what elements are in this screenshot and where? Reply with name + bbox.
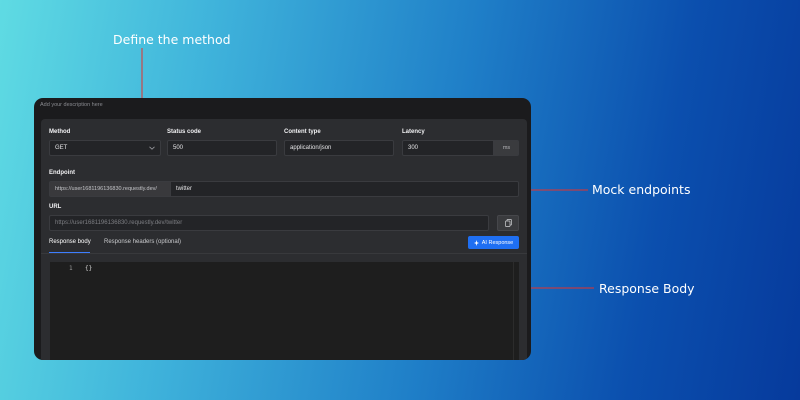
status-code-value: 500 bbox=[173, 145, 184, 151]
tab-response-headers[interactable]: Response headers (optional) bbox=[104, 239, 181, 245]
method-value: GET bbox=[55, 145, 68, 151]
latency-label: Latency bbox=[402, 129, 425, 135]
ai-response-label: AI Response bbox=[481, 239, 514, 246]
endpoint-label: Endpoint bbox=[49, 170, 75, 176]
latency-unit: ms bbox=[494, 140, 519, 156]
content-type-label: Content type bbox=[284, 129, 321, 135]
tab-response-body[interactable]: Response body bbox=[49, 239, 91, 245]
endpoint-value: twitter bbox=[176, 186, 193, 192]
url-label: URL bbox=[49, 204, 62, 210]
callout-response-body: Response Body bbox=[599, 281, 695, 296]
mock-editor-window: Add your description here Method GET Sta… bbox=[34, 98, 531, 360]
endpoint-input[interactable]: twitter bbox=[170, 181, 519, 197]
content-type-input[interactable]: application/json bbox=[284, 140, 394, 156]
line-number: 1 bbox=[69, 265, 73, 272]
mock-form-panel: Method GET Status code 500 Content type … bbox=[41, 119, 527, 360]
ai-response-button[interactable]: AI Response bbox=[468, 236, 519, 249]
url-value: https://user1681196136830.requestly.dev/… bbox=[55, 220, 183, 226]
chevron-down-icon bbox=[149, 146, 155, 150]
method-label: Method bbox=[49, 129, 71, 135]
code-line: {} bbox=[85, 265, 93, 272]
callout-define-method: Define the method bbox=[113, 32, 231, 47]
url-field: https://user1681196136830.requestly.dev/… bbox=[49, 215, 489, 231]
status-code-input[interactable]: 500 bbox=[167, 140, 277, 156]
copy-url-button[interactable] bbox=[497, 215, 519, 231]
content-type-value: application/json bbox=[290, 145, 332, 151]
description-input[interactable]: Add your description here bbox=[40, 102, 103, 108]
callout-mock-endpoints: Mock endpoints bbox=[592, 182, 691, 197]
latency-input[interactable]: 300 bbox=[402, 140, 494, 156]
status-code-label: Status code bbox=[167, 129, 202, 135]
method-select[interactable]: GET bbox=[49, 140, 161, 156]
response-body-editor[interactable]: 1 {} bbox=[50, 262, 519, 360]
editor-scrollbar[interactable] bbox=[513, 262, 519, 360]
endpoint-prefix: https://user1681196136830.requestly.dev/ bbox=[49, 181, 171, 197]
copy-icon bbox=[504, 219, 512, 227]
tabs-divider bbox=[41, 253, 527, 254]
sparkle-icon bbox=[473, 239, 479, 246]
latency-value: 300 bbox=[408, 145, 419, 151]
